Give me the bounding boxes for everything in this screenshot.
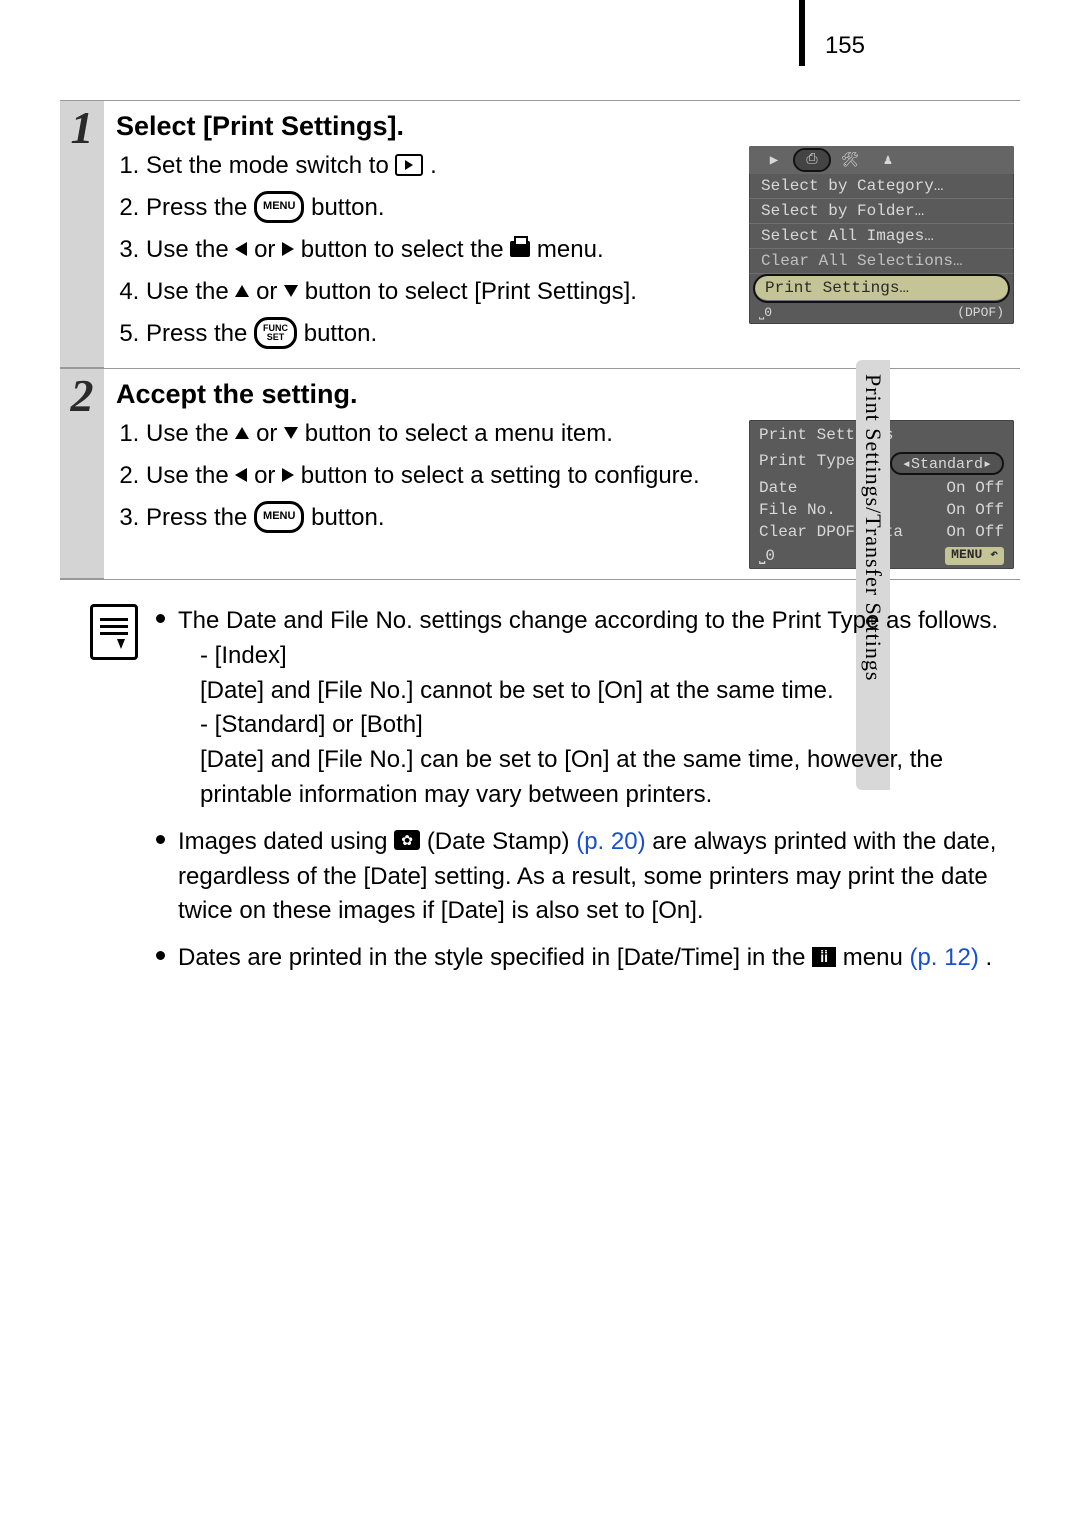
step-1-body: Select [Print Settings]. Set the mode sw… [104,101,1020,368]
step2-sub2: Use the or button to select a setting to… [146,458,735,494]
step-1-number: 1 [60,101,104,368]
lcd1-foot-right: (DPOF) [957,305,1004,320]
note-icon [90,604,138,660]
note-1-standard: - [Standard] or [Both] [Date] and [File … [178,708,1016,812]
up-arrow-icon [235,427,249,439]
note-3: Dates are printed in the style specified… [156,941,1016,976]
step-1: 1 Select [Print Settings]. Set the mode … [60,100,1020,368]
manual-page: 155 Print Settings/Transfer Settings 1 S… [0,0,1080,1521]
step-2-number: 2 [60,369,104,579]
lcd1-row-2: Select by Folder… [749,199,1014,224]
up-arrow-icon [235,285,249,297]
func-set-button-icon: FUNC SET [254,317,297,349]
left-arrow-icon [235,242,247,256]
step1-sub3: Use the or button to select the menu. [146,232,735,268]
setup-menu-icon: i̇i̇ [812,947,836,967]
notes-block: The Date and File No. settings change ac… [60,604,1020,988]
lcd1-foot-left: ⎵0 [759,305,772,320]
lcd2-menu-back-icon: MENU ↶ [945,547,1004,565]
lcd1-row-highlight: Print Settings… [755,276,1008,301]
step-2-text: Use the or button to select a menu item.… [116,414,743,569]
lcd2-opt-1-value: ◂Standard▸ [890,452,1004,475]
lcd1-tab-print-icon: ⎙ [795,150,829,170]
step-1-screenshot: ▶ ⎙ 🛠 ♟ Select by Category… Select by Fo… [749,146,1014,358]
right-arrow-icon [282,242,294,256]
lcd1-tab-tools-icon: 🛠 [833,150,867,170]
step-1-title: Select [Print Settings]. [116,111,1014,142]
lcd1-row-3: Select All Images… [749,224,1014,249]
down-arrow-icon [284,285,298,297]
left-arrow-icon [235,468,247,482]
menu-button-icon: MENU [254,501,304,533]
lcd1-tab-mycamera-icon: ♟ [871,150,905,170]
page-link-20[interactable]: (p. 20) [576,828,645,855]
date-stamp-icon: ✿ [394,830,420,850]
step1-sub1: Set the mode switch to . [146,148,735,184]
menu-button-icon: MENU [254,191,304,223]
step1-sub4: Use the or button to select [Print Setti… [146,274,735,310]
right-arrow-icon [282,468,294,482]
notes-body: The Date and File No. settings change ac… [156,604,1016,988]
lcd1-tab-play-icon: ▶ [757,150,791,170]
note-2: Images dated using ✿ (Date Stamp) (p. 20… [156,825,1016,929]
lcd1-row-4: Clear All Selections… [749,249,1014,274]
camera-lcd-1: ▶ ⎙ 🛠 ♟ Select by Category… Select by Fo… [749,146,1014,324]
lcd1-row-1: Select by Category… [749,174,1014,199]
step2-sub3: Press the MENU button. [146,500,735,536]
playback-mode-icon [395,154,423,176]
down-arrow-icon [284,427,298,439]
page-link-12[interactable]: (p. 12) [909,944,978,971]
step1-sub5: Press the FUNC SET button. [146,316,735,352]
page-number: 155 [825,32,865,60]
step-1-text: Set the mode switch to . Press the MENU … [116,146,743,358]
print-menu-icon [510,241,530,257]
note-1: The Date and File No. settings change ac… [156,604,1016,813]
step2-sub1: Use the or button to select a menu item. [146,416,735,452]
lcd2-foot-left: ⎵0 [759,547,775,565]
step1-sub2: Press the MENU button. [146,190,735,226]
note-1-index: - [Index] [Date] and [File No.] cannot b… [178,639,1016,709]
page-number-bar [799,0,805,66]
